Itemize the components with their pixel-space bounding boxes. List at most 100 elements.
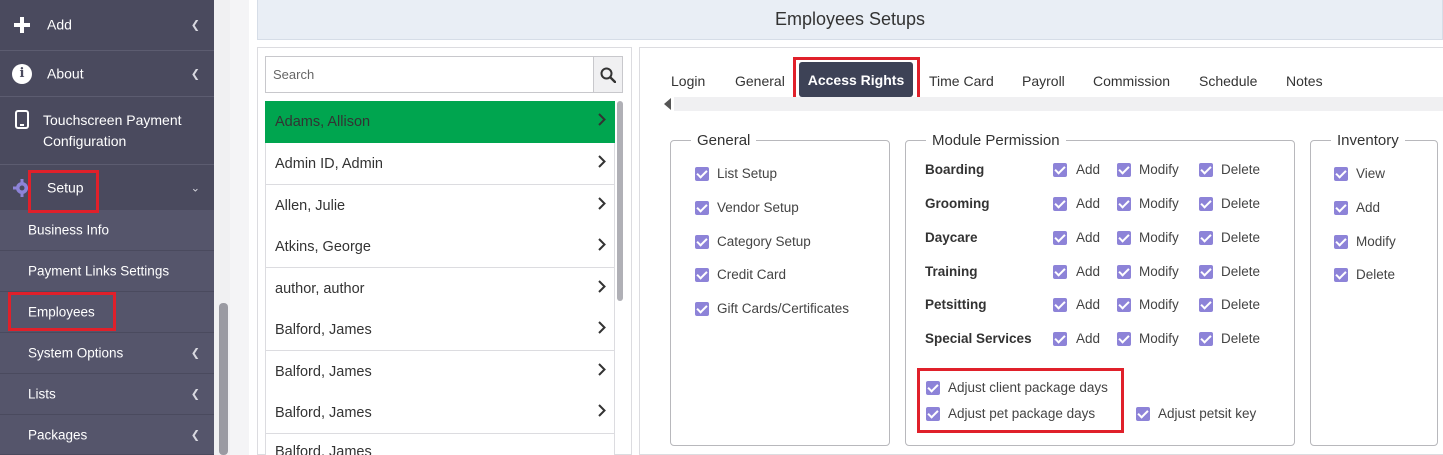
checkbox-grooming-add[interactable]	[1053, 197, 1067, 211]
checkbox-petsitting-delete[interactable]	[1199, 298, 1213, 312]
sidebar-subitem-system-options[interactable]: System Options ❮	[0, 333, 214, 374]
checkbox-training-delete[interactable]	[1199, 265, 1213, 279]
employee-list-scrollbar[interactable]	[617, 101, 623, 301]
checkbox-label: Modify	[1139, 331, 1179, 346]
sidebar-item-label: About	[47, 65, 84, 81]
search-input[interactable]	[266, 57, 593, 92]
sidebar-subitem-packages[interactable]: Packages ❮	[0, 415, 214, 455]
checkbox-label: Vendor Setup	[717, 200, 799, 215]
chevron-left-icon: ❮	[190, 68, 200, 80]
module-name: Training	[925, 264, 978, 279]
checkbox-label: Modify	[1139, 162, 1179, 177]
checkbox-vendor-setup[interactable]	[695, 201, 709, 215]
module-name: Boarding	[925, 162, 985, 177]
search-field[interactable]	[265, 56, 593, 93]
checkbox-boarding-add[interactable]	[1053, 163, 1067, 177]
tab-payroll[interactable]: Payroll	[1022, 73, 1065, 89]
checkbox-list-setup[interactable]	[695, 167, 709, 181]
app-root: Add ❮ i About ❮ Touchscreen Payment Conf…	[0, 0, 1443, 455]
checkbox-grooming-delete[interactable]	[1199, 197, 1213, 211]
employee-row[interactable]: Balford, James	[265, 392, 615, 434]
checkbox-label: Add	[1076, 162, 1101, 177]
scroll-left-icon[interactable]	[664, 98, 671, 110]
checkbox-label: Delete	[1221, 196, 1261, 211]
checkbox-training-modify[interactable]	[1117, 265, 1131, 279]
info-icon: i	[12, 63, 32, 84]
gear-icon	[12, 178, 32, 198]
checkbox-boarding-modify[interactable]	[1117, 163, 1131, 177]
checkbox-category-setup[interactable]	[695, 235, 709, 249]
checkbox-special-services-add[interactable]	[1053, 332, 1067, 346]
checkbox-special-services-modify[interactable]	[1117, 332, 1131, 346]
tab-access-rights[interactable]: Access Rights	[799, 62, 913, 97]
employee-row[interactable]: Balford, James	[265, 351, 615, 393]
checkbox-label: Credit Card	[717, 267, 787, 282]
sidebar-subitem-employees[interactable]: Employees	[0, 292, 214, 333]
sidebar-subitem-lists[interactable]: Lists ❮	[0, 374, 214, 415]
checkbox-label: Modify	[1139, 230, 1179, 245]
checkbox-daycare-delete[interactable]	[1199, 231, 1213, 245]
employee-row[interactable]: Allen, Julie	[265, 185, 615, 227]
employee-row[interactable]: Admin ID, Admin	[265, 143, 615, 185]
sidebar-subitem-payment-links[interactable]: Payment Links Settings	[0, 251, 214, 292]
sidebar-subitem-label: Lists	[28, 386, 56, 402]
sidebar-subitem-business-info[interactable]: Business Info	[0, 210, 214, 251]
tab-commission[interactable]: Commission	[1093, 73, 1170, 89]
chevron-down-icon: ⌄	[190, 182, 200, 194]
checkbox-label: Add	[1076, 196, 1101, 211]
chevron-left-icon: ❮	[190, 347, 200, 360]
checkbox-inventory-modify[interactable]	[1334, 235, 1348, 249]
module-name: Grooming	[925, 196, 990, 211]
employee-row[interactable]: Balford, James	[265, 309, 615, 351]
chevron-right-icon	[598, 154, 606, 173]
tablet-icon	[12, 109, 32, 129]
employee-row[interactable]: Adams, Allison	[265, 101, 615, 143]
module-name: Special Services	[925, 331, 1032, 346]
checkbox-adjust-petsit-key[interactable]	[1136, 407, 1150, 421]
checkbox-inventory-add[interactable]	[1334, 201, 1348, 215]
tab-login[interactable]: Login	[671, 73, 705, 89]
checkbox-adjust-client-package-days[interactable]	[926, 381, 940, 395]
checkbox-label: Adjust petsit key	[1158, 406, 1257, 421]
sidebar-scrollbar-thumb[interactable]	[219, 303, 228, 455]
checkbox-petsitting-modify[interactable]	[1117, 298, 1131, 312]
sidebar-item-add[interactable]: Add ❮	[0, 0, 214, 51]
checkbox-label: Add	[1356, 200, 1381, 215]
checkbox-label: Adjust pet package days	[948, 406, 1096, 421]
checkbox-special-services-delete[interactable]	[1199, 332, 1213, 346]
checkbox-adjust-pet-package-days[interactable]	[926, 407, 940, 421]
tab-notes[interactable]: Notes	[1286, 73, 1323, 89]
general-legend: General	[697, 132, 751, 149]
checkbox-daycare-modify[interactable]	[1117, 231, 1131, 245]
tab-schedule[interactable]: Schedule	[1199, 73, 1257, 89]
employee-row[interactable]: Atkins, George	[265, 226, 615, 268]
checkbox-training-add[interactable]	[1053, 265, 1067, 279]
tab-scroll-track	[674, 97, 1443, 111]
sidebar-item-about[interactable]: i About ❮	[0, 51, 214, 97]
tab-general[interactable]: General	[735, 73, 785, 89]
chevron-right-icon	[598, 362, 606, 381]
checkbox-grooming-modify[interactable]	[1117, 197, 1131, 211]
checkbox-boarding-delete[interactable]	[1199, 163, 1213, 177]
sidebar: Add ❮ i About ❮ Touchscreen Payment Conf…	[0, 0, 214, 455]
employee-name: Allen, Julie	[275, 197, 346, 214]
employee-row[interactable]: Balford, James	[265, 434, 615, 455]
checkbox-credit-card[interactable]	[695, 268, 709, 282]
checkbox-inventory-delete[interactable]	[1334, 268, 1348, 282]
checkbox-gift-cards[interactable]	[695, 302, 709, 316]
sidebar-subitem-label: System Options	[28, 345, 124, 361]
employee-name: Balford, James	[275, 321, 372, 338]
employee-row[interactable]: author, author	[265, 268, 615, 310]
sidebar-item-setup[interactable]: Setup ⌄	[0, 165, 214, 210]
checkbox-daycare-add[interactable]	[1053, 231, 1067, 245]
checkbox-inventory-view[interactable]	[1334, 167, 1348, 181]
checkbox-label: Gift Cards/Certificates	[717, 301, 850, 316]
tab-time-card[interactable]: Time Card	[929, 73, 994, 89]
sidebar-item-touchscreen-payment[interactable]: Touchscreen Payment Configuration	[0, 97, 214, 165]
employee-name: Balford, James	[275, 404, 372, 421]
module-name: Petsitting	[925, 297, 987, 312]
checkbox-label: List Setup	[717, 166, 778, 181]
checkbox-petsitting-add[interactable]	[1053, 298, 1067, 312]
search-icon	[600, 67, 616, 83]
search-button[interactable]	[593, 56, 623, 93]
